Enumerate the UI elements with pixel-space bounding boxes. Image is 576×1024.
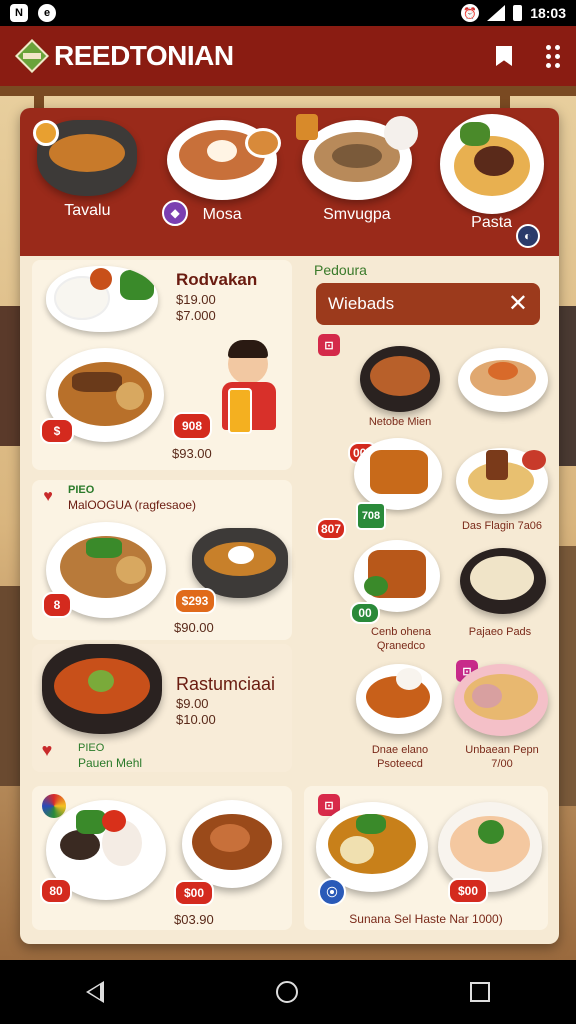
price-badge: 00 [350,602,380,624]
dish-panel-bottom-left[interactable]: 80 $00 $03.90 [32,786,292,930]
info-icon[interactable]: ⦿ [318,878,346,906]
dish-subname: Pauen Mehl [78,756,143,770]
dish-price: $10.00 [176,712,216,727]
juice-glass-icon [228,388,252,434]
status-bar: N e ⏰ 18:03 [0,0,576,26]
app-bar: REEDTONIAN [0,26,576,86]
dish-caption: Sunana Sel Haste Nar 1000) [349,912,503,926]
price-badge: 8 [42,592,72,618]
price-badge: 80 [40,878,72,904]
app-logo-icon [15,39,49,73]
heart-icon: ♥ [41,739,53,760]
dish-item-3[interactable] [354,438,442,510]
menu-card: Tavalu ◆ Mosa Smvugpa Pasta ◐ Rodvakan $… [20,108,559,944]
dish-label: Cenb ohena [371,626,431,638]
search-field[interactable]: Wiebads ✕ [316,283,540,325]
child-illustration [228,340,268,384]
signal-icon [487,5,506,21]
category-strip: Tavalu ◆ Mosa Smvugpa Pasta ◐ [20,108,559,256]
price-badge: $ [40,418,74,444]
section-tag: Pedoura [314,262,367,278]
dish-item-1[interactable] [360,346,440,412]
dish-sublabel: Qranedco [376,640,426,652]
dish-price: $03.90 [174,912,214,927]
price-badge: 908 [172,412,212,440]
home-icon[interactable] [276,981,298,1003]
section-tag: PIEO [78,742,105,754]
dish-label: Das Flagin 7a06 [461,520,543,532]
dish-price: $90.00 [174,620,214,635]
back-icon[interactable] [86,981,104,1003]
dish-price: $9.00 [176,696,209,711]
heart-icon: ♥ [43,488,53,505]
dish-sublabel: Psoteecd [377,758,423,770]
category-label: Tavalu [64,202,111,219]
system-nav-bar [0,960,576,1024]
item-icon-badge: 708 [356,502,386,530]
search-input[interactable]: Wiebads [328,294,394,314]
price-badge: $293 [174,588,216,614]
dish-price: $93.00 [172,446,212,461]
dish-item-6[interactable] [460,548,546,614]
dish-label: Netobe Mien [368,416,432,428]
notification-icon: N [10,4,28,22]
bookmark-icon[interactable] [496,46,512,66]
category-label: Mosa [202,206,242,223]
price-badge: 807 [316,518,346,540]
dish-label: Unbaean Pepn [465,744,539,756]
price-badge: $00 [174,880,214,906]
close-icon[interactable]: ✕ [508,292,528,316]
battery-icon [513,5,523,21]
category-mosa[interactable]: ◆ Mosa [162,120,282,256]
status-time: 18:03 [530,5,566,21]
dish-name: MalOOGUA (ragfesaoe) [68,498,197,512]
dish-name: Rodvakan [176,270,258,289]
category-pasta[interactable]: Pasta ◐ [432,114,552,256]
menu-icon: ⊡ [318,334,340,356]
dish-panel-rodvakan[interactable]: Rodvakan $19.00 $7.000 $ 908 $93.00 [32,260,292,470]
dish-item-4[interactable] [456,448,548,514]
category-tavalu[interactable]: Tavalu [27,120,147,256]
dish-sublabel: 7/00 [491,758,513,770]
alarm-icon: ⏰ [461,4,480,22]
dish-label: Dnae elano [371,744,429,756]
dish-price: $19.00 [176,292,216,307]
dish-price: $7.000 [176,308,216,323]
dish-panel-bottom-right[interactable]: ⊡ ⦿ $00 Sunana Sel Haste Nar 1000) [304,786,548,930]
app-notification-icon: e [38,4,56,22]
category-label: Pasta [471,214,513,231]
category-smvugpa[interactable]: Smvugpa [295,114,418,256]
dish-panel-maloogua[interactable]: ♥ PIEO MalOOGUA (ragfesaoe) 8 $293 $90.0… [32,480,292,640]
dish-item-7[interactable] [356,664,442,734]
dish-item-8[interactable] [454,664,548,736]
dish-item-2[interactable] [458,348,548,412]
section-tag: PIEO [68,484,95,496]
more-options-icon[interactable] [546,44,560,68]
category-label: Smvugpa [323,206,391,223]
dish-panel-rastumciaai[interactable]: Rastumciaai $9.00 $10.00 ♥ PIEO Pauen Me… [32,644,292,772]
dish-name: Rastumciaai [176,674,276,694]
app-title: REEDTONIAN [54,40,234,71]
dish-label: Pajaeo Pads [468,626,532,638]
recent-apps-icon[interactable] [470,982,490,1002]
category-arrow-icon: ◐ [515,224,540,248]
price-badge: $00 [448,878,488,904]
category-badge-icon: ◆ [162,200,189,226]
